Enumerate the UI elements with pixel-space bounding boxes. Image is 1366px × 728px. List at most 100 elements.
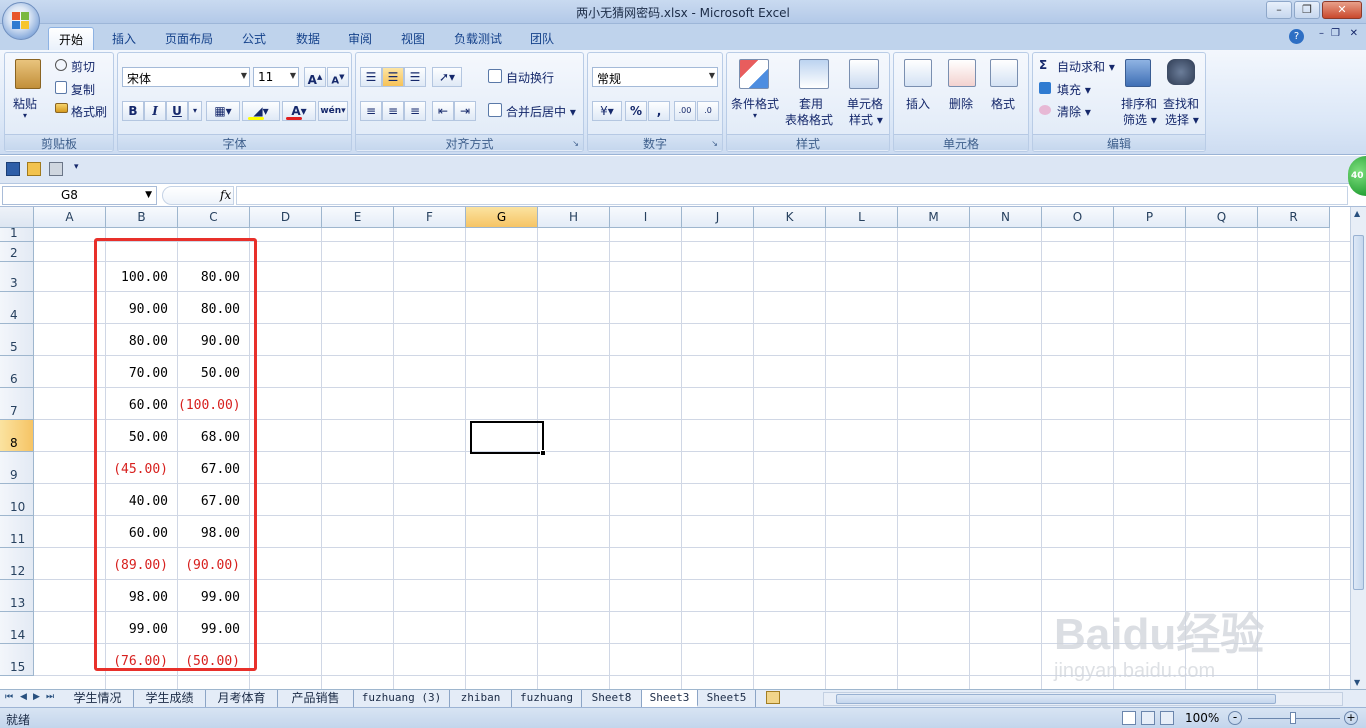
scroll-up-icon[interactable]: ▲ xyxy=(1354,209,1360,218)
row-header-7[interactable]: 7 xyxy=(0,388,34,420)
save-icon[interactable] xyxy=(6,162,20,176)
decrease-decimal-button[interactable]: .0 xyxy=(697,101,719,121)
sort-filter-line1[interactable]: 排序和 xyxy=(1121,95,1157,112)
row-header-2[interactable]: 2 xyxy=(0,242,34,262)
row-header-12[interactable]: 12 xyxy=(0,548,34,580)
decrease-indent-button[interactable]: ⇤ xyxy=(432,101,454,121)
select-all-corner[interactable] xyxy=(0,207,34,228)
formula-input[interactable] xyxy=(236,186,1348,205)
column-header-g[interactable]: G xyxy=(466,207,538,228)
page-break-view-icon[interactable] xyxy=(1160,711,1174,725)
column-header-j[interactable]: J xyxy=(682,207,754,228)
sheet-tab-2[interactable]: 月考体育 xyxy=(206,690,278,707)
open-folder-icon[interactable] xyxy=(27,162,41,176)
tab-review[interactable]: 审阅 xyxy=(340,27,380,50)
increase-decimal-button[interactable]: .00 xyxy=(674,101,696,121)
conditional-format-button[interactable]: 条件格式 xyxy=(731,95,779,112)
vertical-scrollbar[interactable]: ▲ ▼ xyxy=(1350,207,1366,689)
sheet-tab-6[interactable]: fuzhuang xyxy=(512,690,582,707)
align-right-button[interactable]: ≡ xyxy=(404,101,426,121)
zoom-level[interactable]: 100% xyxy=(1185,711,1219,725)
name-box[interactable]: G8 ▼ xyxy=(2,186,157,205)
row-header-9[interactable]: 9 xyxy=(0,452,34,484)
percent-button[interactable]: % xyxy=(625,101,647,121)
increase-indent-button[interactable]: ⇥ xyxy=(454,101,476,121)
column-header-f[interactable]: F xyxy=(394,207,466,228)
row-header-11[interactable]: 11 xyxy=(0,516,34,548)
row-header-1[interactable]: 1 xyxy=(0,226,34,242)
number-format-combo[interactable]: 常规 ▼ xyxy=(592,67,718,87)
orientation-button[interactable]: ➚▾ xyxy=(432,67,462,87)
tab-home[interactable]: 开始 xyxy=(48,27,94,50)
insert-sheet-icon[interactable] xyxy=(766,691,780,704)
sheet-tab-1[interactable]: 学生成绩 xyxy=(134,690,206,707)
normal-view-icon[interactable] xyxy=(1122,711,1136,725)
insert-cells-button[interactable]: 插入 xyxy=(906,95,930,112)
row-header-6[interactable]: 6 xyxy=(0,356,34,388)
sort-filter-line2[interactable]: 筛选 ▾ xyxy=(1123,111,1157,128)
align-left-button[interactable]: ≡ xyxy=(360,101,382,121)
format-cells-button[interactable]: 格式 xyxy=(991,95,1015,112)
find-select-line1[interactable]: 查找和 xyxy=(1163,95,1199,112)
column-header-n[interactable]: N xyxy=(970,207,1042,228)
insert-function-icon[interactable]: fx xyxy=(220,188,231,202)
tab-formulas[interactable]: 公式 xyxy=(234,27,274,50)
fill-button[interactable]: 填充 ▾ xyxy=(1057,81,1091,98)
row-header-4[interactable]: 4 xyxy=(0,292,34,324)
column-header-c[interactable]: C xyxy=(178,207,250,228)
cell-styles-line2[interactable]: 样式 ▾ xyxy=(849,111,883,128)
print-preview-icon[interactable] xyxy=(49,162,63,176)
row-header-3[interactable]: 3 xyxy=(0,262,34,292)
column-header-b[interactable]: B xyxy=(106,207,178,228)
horizontal-scrollbar[interactable] xyxy=(823,692,1343,706)
last-sheet-icon[interactable]: ⏭ xyxy=(46,692,54,702)
column-header-a[interactable]: A xyxy=(34,207,106,228)
format-painter-button[interactable]: 格式刷 xyxy=(71,103,107,120)
page-layout-view-icon[interactable] xyxy=(1141,711,1155,725)
autosum-button[interactable]: 自动求和 ▾ xyxy=(1057,58,1115,75)
scroll-down-icon[interactable]: ▼ xyxy=(1354,678,1360,687)
zoom-out-icon[interactable]: - xyxy=(1228,711,1242,725)
underline-button[interactable]: U xyxy=(166,101,188,121)
column-header-o[interactable]: O xyxy=(1042,207,1114,228)
sheet-tab-7[interactable]: Sheet8 xyxy=(582,690,642,707)
paste-dropdown-icon[interactable]: ▾ xyxy=(23,111,27,120)
column-header-i[interactable]: I xyxy=(610,207,682,228)
column-header-p[interactable]: P xyxy=(1114,207,1186,228)
font-size-combo[interactable]: 11 ▼ xyxy=(253,67,299,87)
row-header-8[interactable]: 8 xyxy=(0,420,34,452)
align-middle-button[interactable]: ☰ xyxy=(382,67,404,87)
next-sheet-icon[interactable]: ▶ xyxy=(33,692,40,702)
sheet-tab-0[interactable]: 学生情况 xyxy=(62,690,134,707)
sheet-tab-8[interactable]: Sheet3 xyxy=(642,690,698,707)
prev-sheet-icon[interactable]: ◀ xyxy=(20,692,27,702)
underline-dropdown-icon[interactable]: ▾ xyxy=(188,101,202,121)
row-header-15[interactable]: 15 xyxy=(0,644,34,676)
column-header-l[interactable]: L xyxy=(826,207,898,228)
delete-cells-button[interactable]: 删除 xyxy=(949,95,973,112)
column-header-h[interactable]: H xyxy=(538,207,610,228)
restore-button[interactable]: ❐ xyxy=(1294,1,1320,19)
sheet-tab-5[interactable]: zhiban xyxy=(450,690,512,707)
font-name-combo[interactable]: 宋体 ▼ xyxy=(122,67,250,87)
scroll-thumb[interactable] xyxy=(1353,235,1364,590)
sheet-tab-4[interactable]: fuzhuang (3) xyxy=(354,690,450,707)
comma-button[interactable]: , xyxy=(648,101,670,121)
scroll-thumb[interactable] xyxy=(836,694,1276,704)
format-as-table-line2[interactable]: 表格格式 xyxy=(785,111,833,128)
tab-data[interactable]: 数据 xyxy=(288,27,328,50)
ribbon-minimize-icon[interactable]: – xyxy=(1319,28,1324,39)
active-cell-g8[interactable] xyxy=(470,421,546,456)
zoom-in-icon[interactable]: + xyxy=(1344,711,1358,725)
cell-styles-line1[interactable]: 单元格 xyxy=(847,95,883,112)
ribbon-restore-icon[interactable]: ❐ xyxy=(1331,28,1340,39)
office-button[interactable] xyxy=(2,2,40,40)
phonetic-button[interactable]: wén▾ xyxy=(318,101,348,121)
row-header-13[interactable]: 13 xyxy=(0,580,34,612)
sheet-tab-3[interactable]: 产品销售 xyxy=(278,690,354,707)
tab-view[interactable]: 视图 xyxy=(393,27,433,50)
bold-button[interactable]: B xyxy=(122,101,144,121)
align-top-button[interactable]: ☰ xyxy=(360,67,382,87)
minimize-button[interactable]: – xyxy=(1266,1,1292,19)
fill-handle[interactable] xyxy=(540,450,546,456)
